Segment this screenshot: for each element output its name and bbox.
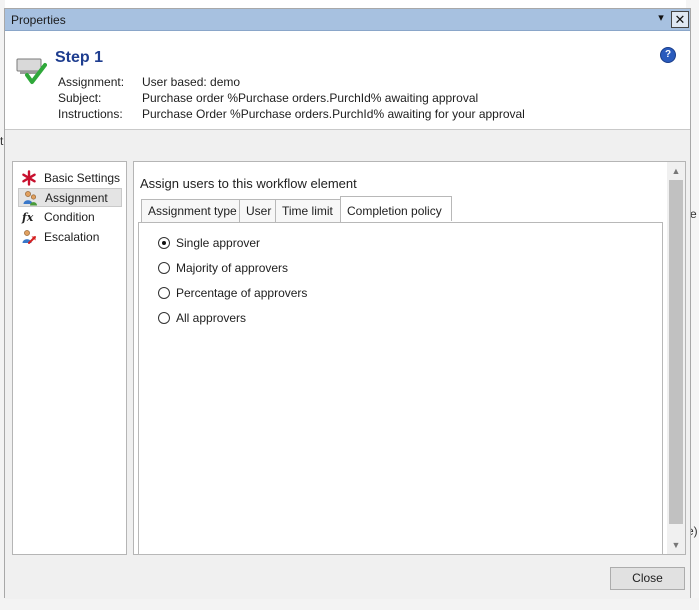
nav-item-basic-settings[interactable]: Basic Settings (18, 169, 122, 188)
scroll-up-arrow-icon[interactable]: ▲ (671, 166, 681, 176)
tab-time-limit[interactable]: Time limit (275, 199, 341, 223)
radio-selected-dot (162, 241, 166, 245)
radio-label: Single approver (176, 236, 261, 250)
tab-completion-policy[interactable]: Completion policy (340, 196, 452, 221)
nav-label: Assignment (45, 191, 108, 205)
info-label: Subject: (58, 91, 102, 105)
window-menu-button[interactable]: ▾ (652, 11, 670, 28)
step-approved-icon (16, 58, 47, 84)
assignment-panel: Assign users to this workflow element As… (133, 161, 686, 555)
window-title: Properties (11, 13, 66, 27)
completion-policy-content: Single approver Majority of approvers Pe… (138, 222, 663, 555)
nav-label: Condition (44, 210, 95, 224)
nav-label: Escalation (44, 230, 100, 244)
escalation-icon (22, 230, 36, 244)
radio-button[interactable] (158, 262, 170, 274)
title-bar[interactable]: Properties ▾ ✕ (5, 9, 690, 31)
background-app-bottom (0, 598, 699, 610)
info-value: Purchase Order %Purchase orders.PurchId%… (142, 107, 525, 121)
radio-label: All approvers (176, 311, 247, 325)
properties-dialog: Properties ▾ ✕ Step 1 ? Assignment: User… (4, 8, 691, 599)
nav-item-condition[interactable]: fx Condition (18, 208, 122, 227)
info-label: Assignment: (58, 75, 125, 89)
panel-title: Assign users to this workflow element (140, 176, 357, 191)
asterisk-icon (22, 170, 36, 186)
step-header: Step 1 ? Assignment: User based: demo Su… (5, 31, 690, 131)
nav-label: Basic Settings (44, 171, 121, 185)
tab-assignment-type[interactable]: Assignment type (141, 199, 240, 223)
scroll-down-arrow-icon[interactable]: ▼ (671, 540, 681, 550)
step-title: Step 1 (55, 49, 104, 66)
info-value: Purchase order %Purchase orders.PurchId%… (142, 91, 479, 105)
tab-user[interactable]: User (239, 199, 276, 223)
radio-button[interactable] (158, 287, 170, 299)
info-label: Instructions: (58, 107, 123, 121)
vertical-scrollbar[interactable]: ▲ ▼ (667, 162, 685, 554)
close-button[interactable]: Close (610, 567, 685, 590)
window-close-button[interactable]: ✕ (671, 11, 689, 28)
radio-label: Majority of approvers (176, 261, 289, 275)
fx-icon: fx (21, 211, 34, 224)
help-icon[interactable]: ? (660, 47, 676, 63)
left-nav: Basic Settings Assignment fx Condition E… (12, 161, 127, 555)
radio-button[interactable] (158, 237, 170, 249)
info-value: User based: demo (142, 75, 241, 89)
background-text-fragment: t (0, 134, 4, 148)
radio-button[interactable] (158, 312, 170, 324)
radio-label: Percentage of approvers (176, 286, 308, 300)
background-text-fragment: e (690, 207, 697, 221)
scrollbar-thumb[interactable] (669, 180, 683, 524)
nav-item-assignment[interactable]: Assignment (18, 188, 122, 207)
svg-text:fx: fx (21, 211, 34, 224)
nav-item-escalation[interactable]: Escalation (18, 228, 122, 247)
users-icon (23, 191, 37, 206)
